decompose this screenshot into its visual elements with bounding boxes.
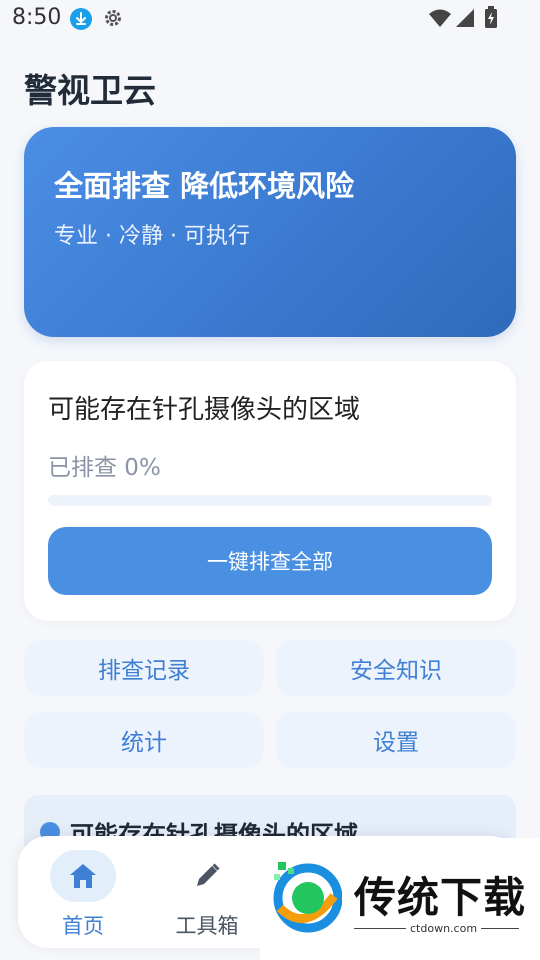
scan-all-button[interactable]: 一键排查全部 [48,527,492,595]
home-icon [50,850,116,902]
page-title: 警视卫云 [24,71,156,110]
nav-item-home[interactable]: 首页 [18,836,148,948]
nav-label-home: 首页 [62,914,104,938]
watermark: 传统下载 ctdown.com [260,838,540,960]
settings-button[interactable]: 设置 [276,712,516,768]
gear-icon [102,7,124,29]
battery-icon [484,6,498,28]
progress-bar [48,495,492,506]
progress-text: 已排查 0% [48,455,161,481]
watermark-brand: 传统下载 [354,873,527,922]
statistics-button[interactable]: 统计 [24,712,264,768]
signal-icon [455,8,475,28]
watermark-url: ctdown.com [406,922,482,935]
status-time: 8:50 [12,5,62,30]
pencil-icon [174,850,240,902]
hero-subtitle: 专业 · 冷静 · 可执行 [54,224,250,249]
nav-label-toolbox: 工具箱 [175,914,239,938]
hero-banner: 全面排查 降低环境风险 专业 · 冷静 · 可执行 [24,127,516,337]
hero-title: 全面排查 降低环境风险 [54,169,355,203]
nav-item-toolbox[interactable]: 工具箱 [142,836,272,948]
status-bar: 8:50 [0,0,540,38]
scan-card-title: 可能存在针孔摄像头的区域 [48,395,361,425]
wifi-icon [428,8,452,28]
records-button[interactable]: 排查记录 [24,640,264,696]
safety-knowledge-button[interactable]: 安全知识 [276,640,516,696]
scan-card: 可能存在针孔摄像头的区域 已排查 0% 一键排查全部 [24,361,516,621]
watermark-logo-icon [268,856,343,934]
download-icon [70,8,92,30]
